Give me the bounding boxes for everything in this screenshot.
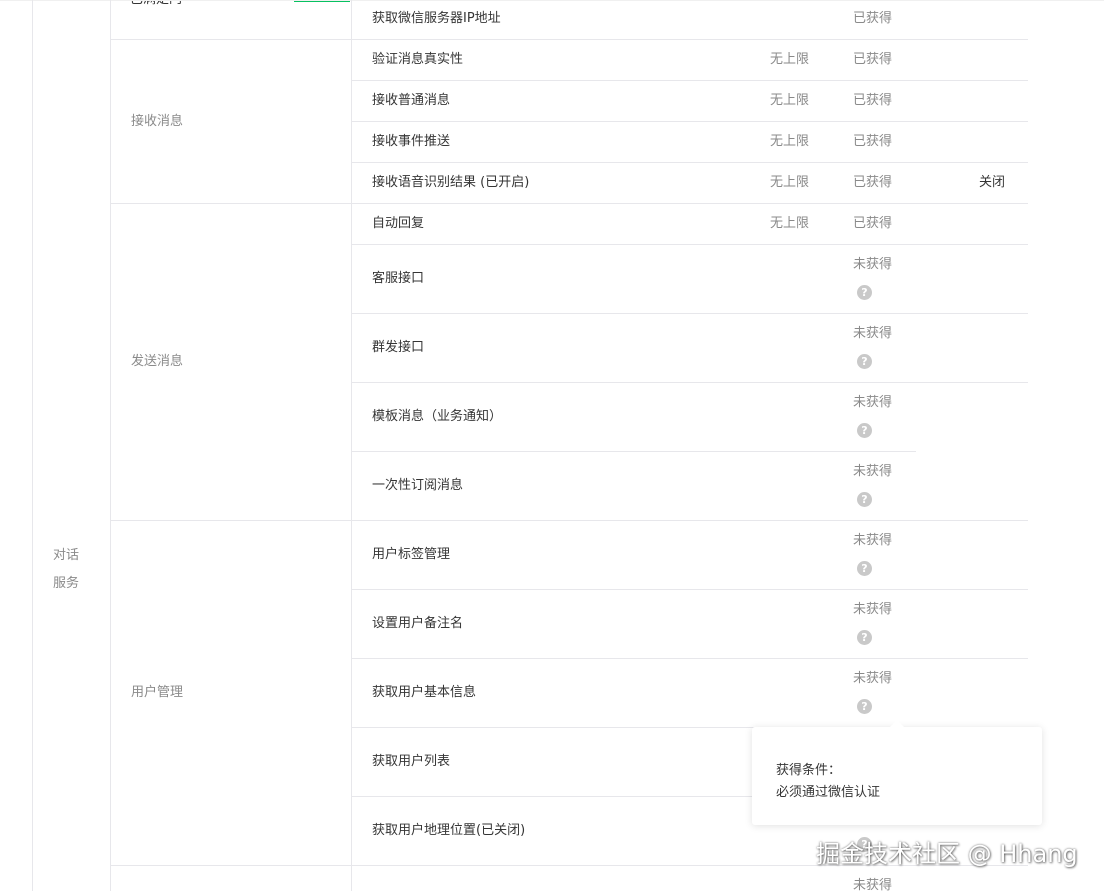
row-separator — [351, 313, 1028, 314]
help-icon[interactable]: ? — [857, 630, 872, 645]
row-status: 已获得 — [853, 93, 893, 108]
top-border — [0, 0, 1104, 1]
popover-body: 必须通过微信认证 — [776, 785, 881, 800]
group-separator — [110, 520, 1028, 521]
help-icon[interactable]: ? — [857, 354, 872, 369]
row-separator — [351, 658, 1028, 659]
row-separator — [351, 121, 1028, 122]
row-status: 未获得 — [853, 464, 893, 479]
row-status: 未获得 — [853, 257, 893, 272]
table-row-name: 验证消息真实性 — [372, 52, 464, 67]
table-row-name: 获取用户列表 — [372, 754, 451, 769]
row-separator — [351, 244, 1028, 245]
popover-title: 获得条件： — [776, 763, 842, 778]
close-voice-recognition-link[interactable]: 关闭 — [979, 175, 1005, 191]
watermark: 掘金技术社区 @ Hhang — [816, 840, 1078, 868]
row-separator — [351, 589, 1028, 590]
row-status: 已获得 — [853, 11, 893, 26]
row-status: 未获得 — [853, 671, 893, 686]
row-status: 未获得 — [853, 533, 893, 548]
row-status: 已获得 — [853, 134, 893, 149]
group-separator — [110, 39, 1028, 40]
table-row-name: 获取用户地理位置(已关闭) — [372, 823, 526, 838]
row-limit: 无上限 — [770, 93, 810, 108]
table-row-name: 客服接口 — [372, 271, 425, 286]
group-column-right-border — [351, 0, 352, 891]
category-column-right-border — [110, 0, 111, 891]
table-row-name: 获取用户基本信息 — [372, 685, 477, 700]
row-limit: 无上限 — [770, 216, 810, 231]
group-label-send: 发送消息 — [131, 354, 184, 369]
top-partial-label: 已满足门 — [130, 0, 182, 8]
category-label-line2: 服务 — [53, 576, 80, 591]
row-status: 已获得 — [853, 216, 893, 231]
row-status: 未获得 — [853, 395, 893, 410]
help-icon[interactable]: ? — [857, 492, 872, 507]
group-separator — [110, 203, 1028, 204]
table-row-name: 接收普通消息 — [372, 93, 451, 108]
table-row-name: 获取微信服务器IP地址 — [372, 11, 501, 26]
row-status: 已获得 — [853, 175, 893, 190]
category-column-left-border — [32, 0, 33, 891]
row-status: 未获得 — [853, 878, 893, 893]
row-limit: 无上限 — [770, 175, 810, 190]
help-icon[interactable]: ? — [857, 285, 872, 300]
row-status: 未获得 — [853, 326, 893, 341]
row-limit: 无上限 — [770, 52, 810, 67]
row-limit: 无上限 — [770, 134, 810, 149]
help-icon[interactable]: ? — [857, 423, 872, 438]
row-separator — [351, 80, 1028, 81]
group-label-receive: 接收消息 — [131, 114, 184, 129]
table-row-name: 自动回复 — [372, 216, 425, 231]
table-row-name: 用户标签管理 — [372, 547, 451, 562]
popover-arrow — [890, 720, 904, 727]
row-separator — [351, 451, 916, 452]
table-row-name: 接收语音识别结果 (已开启) — [372, 175, 530, 190]
row-status: 已获得 — [853, 52, 893, 67]
help-popover: 获得条件： 必须通过微信认证 — [752, 720, 1042, 825]
table-row-name: 群发接口 — [372, 340, 425, 355]
row-separator — [351, 382, 1028, 383]
table-row-name: 模板消息（业务通知） — [372, 409, 503, 424]
row-status: 未获得 — [853, 602, 893, 617]
table-row-name: 接收事件推送 — [372, 134, 451, 149]
row-separator — [351, 162, 1028, 163]
table-row-name: 一次性订阅消息 — [372, 478, 464, 493]
category-label-line1: 对话 — [53, 548, 80, 563]
group-label-user: 用户管理 — [131, 685, 184, 700]
help-icon[interactable]: ? — [857, 561, 872, 576]
help-icon[interactable]: ? — [857, 699, 872, 714]
table-row-name: 设置用户备注名 — [372, 616, 464, 631]
